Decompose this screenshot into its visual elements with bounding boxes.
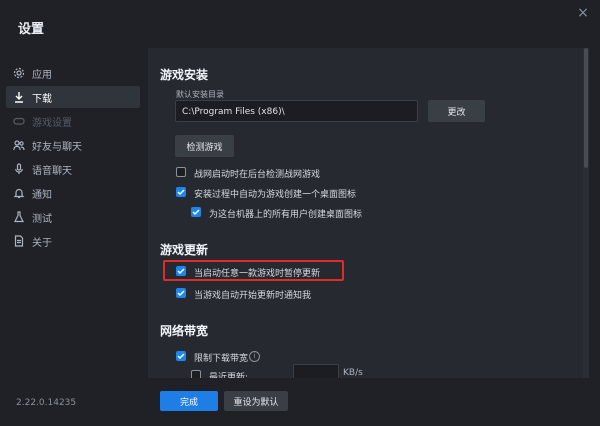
gear-icon bbox=[6, 67, 32, 79]
version-text: 2.22.0.14235 bbox=[16, 398, 77, 408]
background-detect-label: 战网启动时在后台检测战网游戏 bbox=[194, 170, 321, 180]
install-dir-label: 默认安装目录 bbox=[176, 90, 224, 99]
recent-update-label: 最近更新: bbox=[209, 373, 249, 378]
pause-updates-label: 当启动任意一款游戏时暂停更新 bbox=[194, 269, 321, 279]
reset-defaults-button[interactable]: 重设为默认 bbox=[224, 391, 288, 411]
settings-window: 设置 × 应用 下载 游戏设置 好友与聊天 语音聊天 通知 测试 关于 2.22… bbox=[0, 0, 600, 426]
close-icon[interactable]: × bbox=[576, 6, 590, 20]
install-dir-input[interactable]: C:\Program Files (x86)\ bbox=[175, 100, 418, 122]
settings-scrollbar[interactable] bbox=[583, 48, 589, 378]
game-install-title: 游戏安装 bbox=[160, 68, 209, 82]
sidebar: 应用 下载 游戏设置 好友与聊天 语音聊天 通知 测试 关于 bbox=[0, 58, 148, 426]
game-update-title: 游戏更新 bbox=[160, 243, 209, 257]
sidebar-item-beta[interactable]: 测试 bbox=[6, 206, 140, 228]
download-icon bbox=[6, 91, 32, 103]
scrollbar-thumb[interactable] bbox=[584, 48, 588, 168]
bandwidth-unit: KB/s bbox=[343, 368, 363, 378]
sidebar-item-label: 游戏设置 bbox=[32, 117, 72, 129]
desktop-icon-label: 安装过程中自动为游戏创建一个桌面图标 bbox=[194, 190, 357, 200]
sidebar-item-label: 通知 bbox=[32, 189, 52, 201]
microphone-icon bbox=[6, 163, 32, 175]
sidebar-item-downloads[interactable]: 下载 bbox=[6, 86, 140, 108]
bell-icon bbox=[6, 187, 32, 199]
limit-bandwidth-checkbox[interactable] bbox=[176, 351, 186, 361]
sidebar-item-about[interactable]: 关于 bbox=[6, 230, 140, 252]
sidebar-item-voice-chat[interactable]: 语音聊天 bbox=[6, 158, 140, 180]
sidebar-item-label: 下载 bbox=[32, 93, 52, 105]
limit-bandwidth-label: 限制下载带宽 bbox=[194, 354, 249, 364]
change-dir-button[interactable]: 更改 bbox=[428, 100, 485, 122]
notify-update-label: 当游戏自动开始更新时通知我 bbox=[194, 291, 312, 301]
sidebar-item-notifications[interactable]: 通知 bbox=[6, 182, 140, 204]
bandwidth-limit-input[interactable] bbox=[293, 364, 339, 378]
all-users-desktop-icon-label: 为这台机器上的所有用户创建桌面图标 bbox=[209, 210, 363, 220]
sidebar-item-label: 应用 bbox=[32, 69, 52, 81]
pause-updates-checkbox[interactable] bbox=[176, 266, 186, 276]
gamepad-icon bbox=[6, 115, 32, 127]
sidebar-item-label: 语音聊天 bbox=[32, 165, 72, 177]
window-title: 设置 bbox=[18, 22, 45, 37]
sidebar-item-label: 关于 bbox=[32, 237, 52, 249]
flask-icon bbox=[6, 211, 32, 223]
recent-update-checkbox[interactable] bbox=[191, 370, 201, 378]
sidebar-item-label: 好友与聊天 bbox=[32, 141, 82, 153]
detect-games-button[interactable]: 检测游戏 bbox=[175, 135, 234, 157]
friends-icon bbox=[6, 139, 32, 151]
notify-update-checkbox[interactable] bbox=[176, 288, 186, 298]
sidebar-item-apps[interactable]: 应用 bbox=[6, 62, 140, 84]
downloads-settings-panel: 游戏安装 默认安装目录 C:\Program Files (x86)\ 更改 检… bbox=[148, 48, 583, 378]
info-icon[interactable]: i bbox=[249, 351, 260, 362]
bandwidth-title: 网络带宽 bbox=[160, 324, 209, 338]
done-button[interactable]: 完成 bbox=[160, 391, 218, 411]
desktop-icon-checkbox[interactable] bbox=[176, 187, 186, 197]
sidebar-item-friends-chat[interactable]: 好友与聊天 bbox=[6, 134, 140, 156]
background-detect-checkbox[interactable] bbox=[176, 167, 186, 177]
all-users-desktop-icon-checkbox[interactable] bbox=[191, 207, 201, 217]
sidebar-item-game-settings: 游戏设置 bbox=[6, 110, 140, 132]
sidebar-item-label: 测试 bbox=[32, 213, 52, 225]
document-icon bbox=[6, 235, 32, 247]
